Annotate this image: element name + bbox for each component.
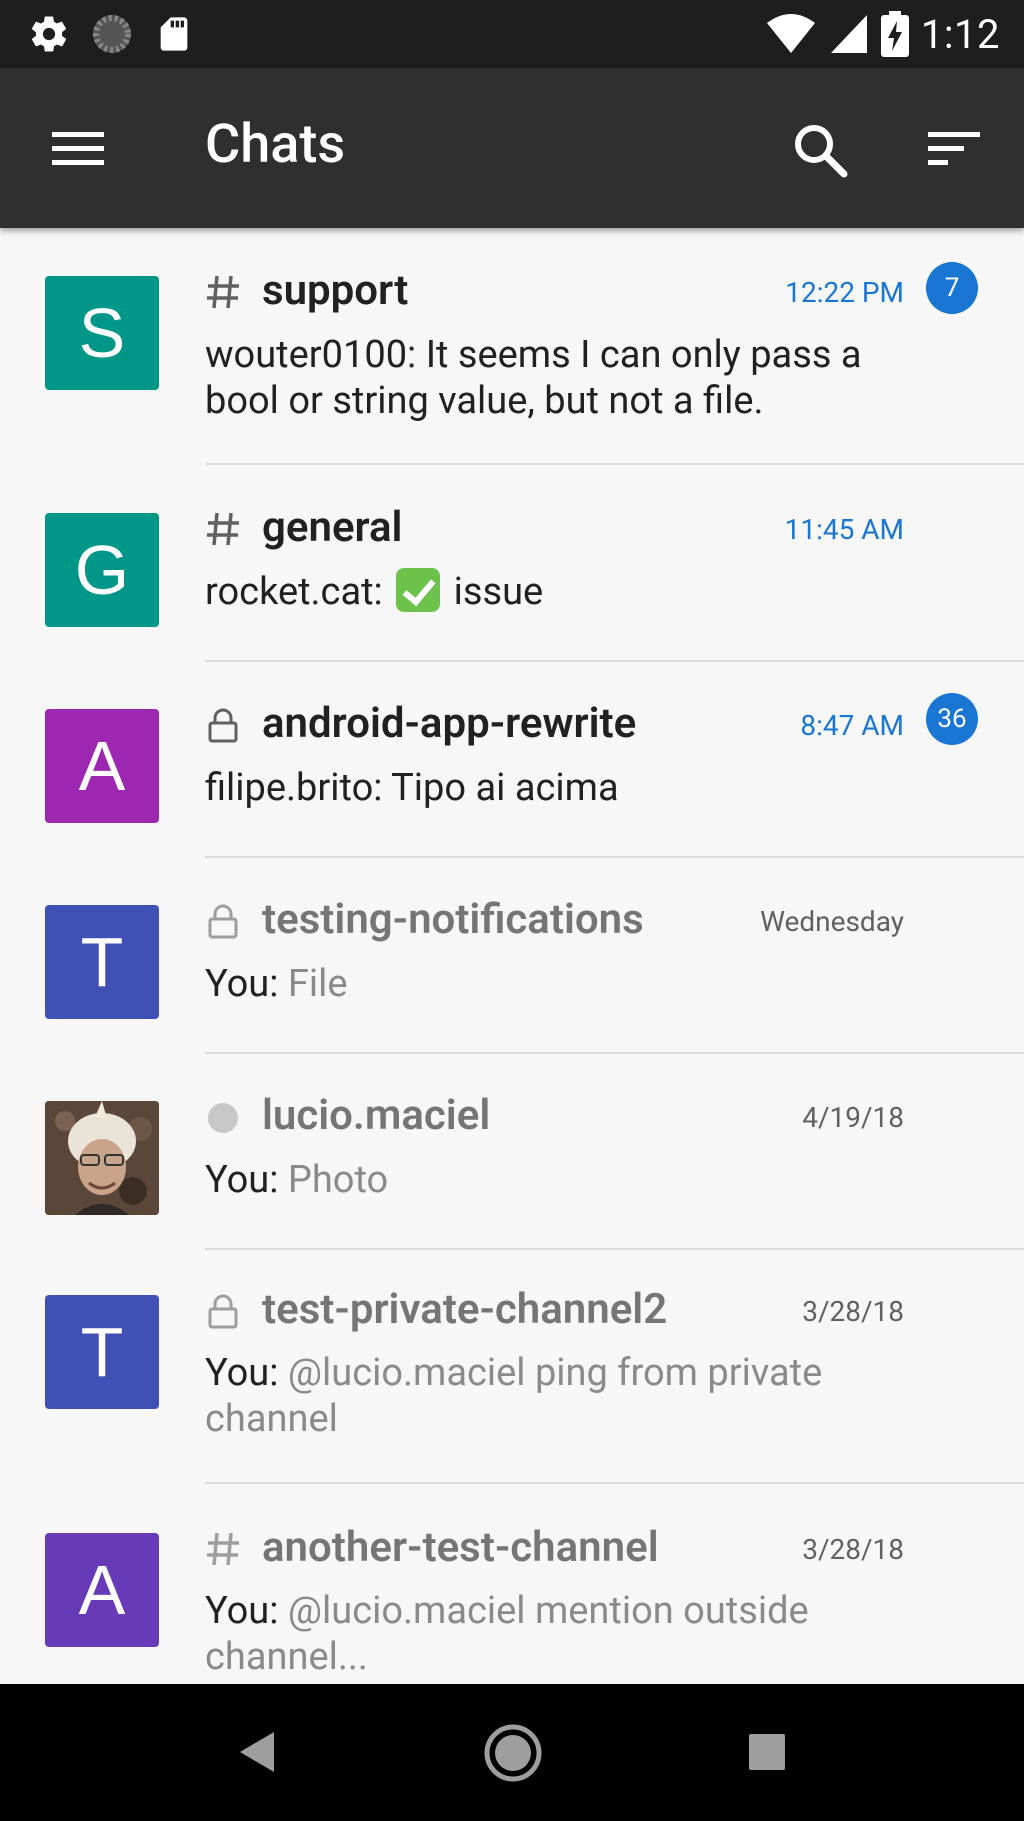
chat-item-lucio-maciel[interactable]: lucio.maciel 4/19/18 You: Photo bbox=[0, 1053, 1024, 1250]
wifi-icon bbox=[766, 14, 815, 53]
room-name: test-private-channel2 bbox=[262, 1285, 668, 1334]
sd-card-icon bbox=[160, 17, 188, 51]
status-left-icons bbox=[28, 12, 194, 56]
check-mark-emoji-icon bbox=[396, 568, 441, 612]
message-author: You: bbox=[205, 1589, 279, 1633]
room-name: testing-notifications bbox=[262, 895, 644, 944]
sort-icon bbox=[928, 132, 980, 165]
menu-icon bbox=[52, 132, 104, 165]
menu-button[interactable] bbox=[50, 120, 106, 176]
recents-button[interactable] bbox=[735, 1720, 799, 1784]
chat-item-support[interactable]: S support 12:22 PM 7 wouter0100: It seem… bbox=[0, 228, 1024, 466]
room-time: 3/28/18 bbox=[802, 1533, 904, 1566]
chat-item-general[interactable]: G general 11:45 AM rocket.cat: issue bbox=[0, 465, 1024, 662]
battery-charging-icon bbox=[880, 11, 909, 57]
last-message: wouter0100: It seems I can only pass a b… bbox=[205, 332, 925, 424]
chat-list: S support 12:22 PM 7 wouter0100: It seem… bbox=[0, 228, 1024, 1684]
chat-item-testing-notifications[interactable]: T testing-notifications Wednesday You: F… bbox=[0, 857, 1024, 1054]
message-text: File bbox=[278, 962, 348, 1006]
chat-item-test-private-channel2[interactable]: T test-private-channel2 3/28/18 You: @lu… bbox=[0, 1249, 1024, 1485]
message-author: You: bbox=[205, 1351, 279, 1395]
last-message: You: @lucio.maciel ping from private cha… bbox=[205, 1350, 925, 1442]
chat-item-another-test-channel[interactable]: A another-test-channel 3/28/18 You: @luc… bbox=[0, 1485, 1024, 1684]
room-name: support bbox=[262, 266, 409, 315]
back-icon bbox=[240, 1732, 274, 1772]
message-text: issue bbox=[453, 570, 544, 614]
hash-icon bbox=[207, 512, 239, 546]
lock-icon bbox=[208, 904, 238, 939]
unread-badge: 36 bbox=[926, 693, 978, 745]
user-photo-image bbox=[45, 1101, 159, 1215]
avatar: A bbox=[45, 709, 159, 823]
recents-icon bbox=[749, 1734, 785, 1770]
user-photo-avatar bbox=[45, 1101, 159, 1215]
last-message: rocket.cat: issue bbox=[205, 568, 925, 615]
message-author: You: bbox=[205, 1158, 279, 1202]
status-time: 1:12 bbox=[920, 10, 1000, 58]
room-name: lucio.maciel bbox=[262, 1091, 491, 1140]
last-message: You: File bbox=[205, 961, 925, 1007]
room-name: android-app-rewrite bbox=[262, 699, 637, 748]
app-toolbar: Chats bbox=[0, 68, 1024, 228]
home-button[interactable] bbox=[480, 1720, 546, 1786]
loading-icon bbox=[93, 15, 131, 53]
page-title: Chats bbox=[205, 113, 346, 176]
message-text: @lucio.maciel mention outside channel... bbox=[205, 1589, 809, 1679]
avatar: G bbox=[45, 513, 159, 627]
message-text: Photo bbox=[278, 1158, 389, 1202]
avatar: T bbox=[45, 1295, 159, 1409]
lock-icon bbox=[208, 708, 238, 743]
divider bbox=[205, 1482, 1024, 1484]
search-button[interactable] bbox=[790, 120, 850, 180]
message-author: You: bbox=[205, 962, 279, 1006]
message-author: rocket.cat: bbox=[205, 570, 383, 614]
last-message: filipe.brito: Tipo ai acima bbox=[205, 765, 925, 811]
lock-icon bbox=[208, 1294, 238, 1329]
room-time: 3/28/18 bbox=[802, 1295, 904, 1328]
hash-icon bbox=[207, 1532, 239, 1566]
cell-signal-icon bbox=[830, 15, 867, 53]
room-time: 11:45 AM bbox=[784, 513, 904, 546]
room-time: 8:47 AM bbox=[800, 709, 904, 742]
message-author: filipe.brito: bbox=[205, 766, 383, 810]
message-text: @lucio.maciel ping from private channel bbox=[205, 1351, 823, 1441]
back-button[interactable] bbox=[226, 1720, 290, 1784]
last-message: You: @lucio.maciel mention outside chann… bbox=[205, 1588, 925, 1680]
status-right-icons: 1:12 bbox=[765, 10, 1000, 58]
room-time: 4/19/18 bbox=[802, 1101, 904, 1134]
message-text: Tipo ai acima bbox=[382, 766, 619, 810]
room-time: 12:22 PM bbox=[785, 276, 904, 309]
avatar: T bbox=[45, 905, 159, 1019]
room-name: general bbox=[262, 503, 403, 552]
chat-item-android-app-rewrite[interactable]: A android-app-rewrite 8:47 AM 36 filipe.… bbox=[0, 661, 1024, 858]
sort-button[interactable] bbox=[924, 120, 984, 180]
room-name: another-test-channel bbox=[262, 1523, 659, 1572]
hash-icon bbox=[207, 275, 239, 309]
home-icon bbox=[484, 1724, 542, 1782]
message-author: wouter0100: bbox=[205, 333, 417, 377]
unread-badge: 7 bbox=[926, 262, 978, 314]
last-message: You: Photo bbox=[205, 1157, 925, 1203]
avatar: A bbox=[45, 1533, 159, 1647]
room-time: Wednesday bbox=[760, 905, 904, 938]
search-icon bbox=[795, 125, 848, 178]
presence-offline-icon bbox=[208, 1103, 238, 1133]
avatar: S bbox=[45, 276, 159, 390]
system-nav-bar bbox=[0, 1684, 1024, 1821]
status-bar: 1:12 bbox=[0, 0, 1024, 68]
gear-icon bbox=[31, 16, 67, 52]
